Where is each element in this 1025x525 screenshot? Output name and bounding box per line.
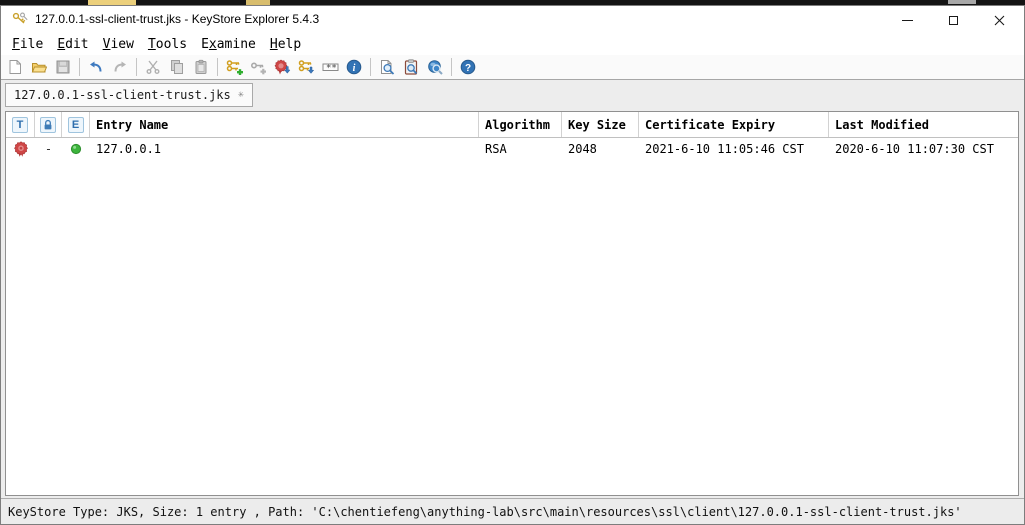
title-bar[interactable]: 127.0.0.1-ssl-client-trust.jks - KeyStor… (1, 6, 1024, 34)
status-bar: KeyStore Type: JKS, Size: 1 entry , Path… (1, 498, 1024, 524)
close-button[interactable] (976, 6, 1022, 34)
keystore-entries-panel: T E Entry Name Algorithm Key Size Certif… (5, 111, 1019, 496)
toolbar-separator (217, 58, 218, 76)
header-certificate-expiry[interactable]: Certificate Expiry (639, 112, 829, 137)
open-keystore-button[interactable] (27, 56, 51, 78)
generate-secret-key-icon (250, 62, 266, 75)
row-algorithm: RSA (485, 142, 507, 156)
svg-text:?: ? (465, 63, 471, 74)
menu-examine[interactable]: Examine (194, 35, 263, 54)
header-last-modified[interactable]: Last Modified (829, 112, 1018, 137)
help-icon: ? (460, 59, 476, 75)
set-password-button[interactable]: ** (318, 56, 342, 78)
trusted-certificate-icon (13, 141, 28, 157)
copy-icon (171, 60, 183, 74)
import-trusted-certificate-icon (274, 59, 291, 75)
undo-button[interactable] (84, 56, 108, 78)
examine-clipboard-button[interactable] (399, 56, 423, 78)
expiry-column-icon: E (67, 116, 84, 133)
examine-clipboard-icon (404, 59, 418, 75)
tab-label: 127.0.0.1-ssl-client-trust.jks (14, 88, 231, 102)
menu-edit[interactable]: Edit (50, 35, 95, 54)
window-title: 127.0.0.1-ssl-client-trust.jks - KeyStor… (35, 12, 320, 26)
redo-icon (114, 61, 126, 72)
new-keystore-button[interactable] (3, 56, 27, 78)
save-keystore-button[interactable] (51, 56, 75, 78)
header-entry-name[interactable]: Entry Name (90, 112, 479, 137)
keystore-explorer-window: 127.0.0.1-ssl-client-trust.jks - KeyStor… (0, 5, 1025, 525)
cut-scissors-icon (146, 60, 160, 74)
menu-help[interactable]: Help (263, 35, 308, 54)
tab-close-icon[interactable]: ✳ (238, 90, 244, 100)
generate-key-pair-button[interactable] (222, 56, 246, 78)
import-key-pair-icon (298, 60, 314, 74)
header-key-size[interactable]: Key Size (562, 112, 639, 137)
paste-button[interactable] (189, 56, 213, 78)
table-row[interactable]: - 127.0.0.1 RSA 2048 2021-6-10 11:05:46 … (6, 138, 1018, 160)
undo-icon (90, 61, 102, 72)
maximize-icon (948, 15, 958, 25)
header-expiry-column[interactable]: E (62, 112, 90, 137)
row-type-cell (6, 141, 35, 157)
set-password-icon: ** (322, 63, 338, 74)
paste-clipboard-icon (195, 59, 207, 74)
import-key-pair-button[interactable] (294, 56, 318, 78)
new-file-icon (9, 60, 21, 74)
lock-na-dash: - (44, 142, 53, 156)
status-text: KeyStore Type: JKS, Size: 1 entry , Path… (8, 504, 962, 519)
background-window-artifact (948, 0, 976, 4)
redo-button[interactable] (108, 56, 132, 78)
menu-view[interactable]: View (96, 35, 141, 54)
generate-key-pair-icon (226, 60, 243, 75)
toolbar-separator (370, 58, 371, 76)
minimize-button[interactable] (884, 6, 930, 34)
examine-file-button[interactable] (375, 56, 399, 78)
generate-secret-key-button[interactable] (246, 56, 270, 78)
examine-ssl-globe-icon (428, 60, 443, 75)
type-column-icon: T (12, 116, 28, 133)
minimize-icon (901, 19, 913, 21)
help-button[interactable]: ? (456, 56, 480, 78)
table-header: T E Entry Name Algorithm Key Size Certif… (6, 112, 1018, 138)
menu-bar: File Edit View Tools Examine Help (1, 34, 1024, 55)
toolbar-separator (451, 58, 452, 76)
header-algorithm[interactable]: Algorithm (479, 112, 562, 137)
svg-text:**: ** (326, 64, 337, 74)
toolbar-separator (136, 58, 137, 76)
app-keys-icon (11, 11, 29, 32)
row-key-size: 2048 (568, 142, 597, 156)
cut-button[interactable] (141, 56, 165, 78)
copy-button[interactable] (165, 56, 189, 78)
save-disk-icon (56, 60, 70, 74)
header-lock-column[interactable] (35, 112, 62, 137)
import-trusted-certificate-button[interactable] (270, 56, 294, 78)
tab-bar: 127.0.0.1-ssl-client-trust.jks ✳ (1, 80, 1024, 107)
lock-icon (40, 116, 56, 133)
status-valid-icon (70, 143, 82, 155)
row-entry-name: 127.0.0.1 (96, 142, 162, 156)
row-expiry-status-cell (62, 143, 90, 155)
row-certificate-expiry: 2021-6-10 11:05:46 CST (645, 142, 804, 156)
menu-tools[interactable]: Tools (141, 35, 194, 54)
toolbar: ** i ? (1, 55, 1024, 80)
properties-button[interactable]: i (342, 56, 366, 78)
svg-text:i: i (353, 63, 356, 74)
menu-file[interactable]: File (5, 35, 50, 54)
examine-ssl-button[interactable] (423, 56, 447, 78)
maximize-button[interactable] (930, 6, 976, 34)
main-area: T E Entry Name Algorithm Key Size Certif… (1, 107, 1024, 498)
toolbar-separator (79, 58, 80, 76)
examine-file-icon (381, 60, 395, 75)
keystore-tab[interactable]: 127.0.0.1-ssl-client-trust.jks ✳ (5, 83, 253, 107)
properties-info-icon: i (346, 59, 362, 75)
open-folder-icon (31, 63, 47, 73)
close-icon (994, 15, 1004, 25)
header-type-column[interactable]: T (6, 112, 35, 137)
row-lock-cell: - (35, 142, 62, 156)
row-last-modified: 2020-6-10 11:07:30 CST (835, 142, 994, 156)
